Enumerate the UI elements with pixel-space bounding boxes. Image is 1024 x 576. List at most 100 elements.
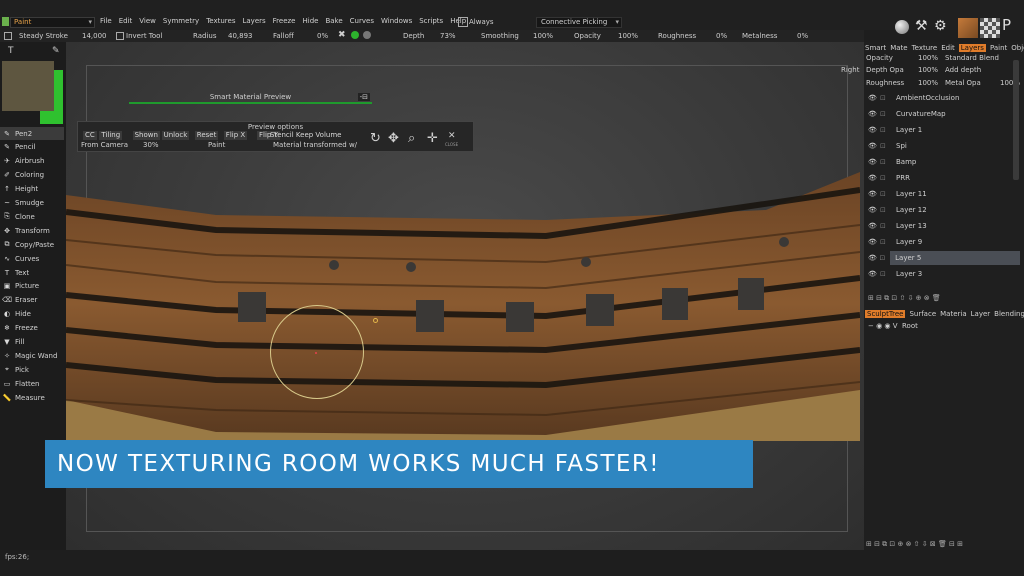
layer-row[interactable]: 👁 ⊡ Bamp bbox=[866, 154, 1020, 169]
lock-icon[interactable]: ⊡ bbox=[880, 190, 890, 198]
layer-prop-2-2[interactable]: Metal Opa bbox=[945, 79, 981, 87]
ship-hull-model[interactable] bbox=[66, 170, 860, 442]
layer-prop-0-2[interactable]: Standard Blend bbox=[945, 54, 999, 62]
visibility-eye-icon[interactable]: 👁 bbox=[868, 190, 880, 198]
zoom-icon[interactable]: ⌕ bbox=[408, 131, 415, 146]
tab-texture[interactable]: Texture bbox=[912, 44, 938, 52]
layer-row[interactable]: 👁 ⊡ Layer 3 bbox=[866, 266, 1020, 281]
metalness-value[interactable]: 0% bbox=[797, 32, 808, 40]
picking-select[interactable]: Connective Picking ▾ bbox=[536, 17, 622, 28]
tab-sculpttree[interactable]: SculptTree bbox=[865, 310, 906, 318]
tool-eraser[interactable]: ⌫ Eraser bbox=[0, 294, 64, 307]
close-icon[interactable]: ✖ bbox=[338, 30, 346, 40]
layer-prop-2-0[interactable]: Roughness bbox=[866, 79, 904, 87]
tools-icon[interactable]: ⚒ bbox=[915, 18, 928, 34]
paint-icon[interactable]: P bbox=[1002, 16, 1011, 34]
layer-prop-1-0[interactable]: Depth Opa bbox=[866, 66, 904, 74]
radius-value[interactable]: 40,893 bbox=[228, 32, 253, 40]
visibility-eye-icon[interactable]: 👁 bbox=[868, 206, 880, 214]
menu-item-edit[interactable]: Edit bbox=[119, 17, 133, 25]
tool-airbrush[interactable]: ✈ Airbrush bbox=[0, 155, 64, 168]
layer-row[interactable]: 👁 ⊡ CurvatureMap bbox=[866, 106, 1020, 121]
layer-row[interactable]: 👁 ⊡ Layer 1 bbox=[866, 122, 1020, 137]
layer-row[interactable]: 👁 ⊡ AmbientOcclusion bbox=[866, 90, 1020, 105]
preview-btn-unlock[interactable]: Unlock bbox=[161, 131, 190, 140]
falloff-value[interactable]: 0% bbox=[317, 32, 328, 40]
menu-item-curves[interactable]: Curves bbox=[350, 17, 374, 25]
smart-material-preview-bar[interactable]: Smart Material Preview -⊟ bbox=[129, 93, 372, 104]
radius-label[interactable]: Radius bbox=[193, 32, 216, 40]
tool-height[interactable]: ↑ Height bbox=[0, 183, 64, 196]
tool-hide[interactable]: ◐ Hide bbox=[0, 308, 64, 321]
tool-clone[interactable]: ⎘ Clone bbox=[0, 210, 64, 223]
layer-row[interactable]: 👁 ⊡ Spi bbox=[866, 138, 1020, 153]
preview-btn-tiling[interactable]: Tiling bbox=[99, 131, 123, 140]
layer-row[interactable]: 👁 ⊡ Layer 12 bbox=[866, 202, 1020, 217]
visibility-eye-icon[interactable]: 👁 bbox=[868, 174, 880, 182]
tool-measure[interactable]: 📏 Measure bbox=[0, 391, 64, 404]
lock-icon[interactable]: ⊡ bbox=[880, 206, 890, 214]
menu-item-textures[interactable]: Textures bbox=[206, 17, 235, 25]
tool-magic-wand[interactable]: ✧ Magic Wand bbox=[0, 349, 64, 362]
visibility-eye-icon[interactable]: 👁 bbox=[868, 254, 880, 262]
pan-icon[interactable]: ✛ bbox=[427, 131, 438, 146]
tab-materia[interactable]: Materia bbox=[940, 310, 967, 318]
lock-icon[interactable]: ⊡ bbox=[880, 158, 890, 166]
depth-value[interactable]: 73% bbox=[440, 32, 456, 40]
tab-surface[interactable]: Surface bbox=[909, 310, 936, 318]
visibility-eye-icon[interactable]: 👁 bbox=[868, 238, 880, 246]
tool-smudge[interactable]: ~ Smudge bbox=[0, 197, 64, 210]
tab-edit[interactable]: Edit bbox=[941, 44, 955, 52]
tool-coloring[interactable]: ✐ Coloring bbox=[0, 169, 64, 182]
checker-icon[interactable] bbox=[980, 18, 1000, 38]
text-tool-icon[interactable]: T bbox=[8, 46, 14, 56]
layer-prop-0-0[interactable]: Opacity bbox=[866, 54, 893, 62]
tab-layers[interactable]: Layers bbox=[958, 44, 986, 52]
opacity-label[interactable]: Opacity bbox=[574, 32, 601, 40]
visibility-eye-icon[interactable]: 👁 bbox=[868, 110, 880, 118]
layer-row[interactable]: 👁 ⊡ Layer 11 bbox=[866, 186, 1020, 201]
tool-pencil[interactable]: ✎ Pencil bbox=[0, 141, 64, 154]
visibility-eye-icon[interactable]: 👁 bbox=[868, 158, 880, 166]
material-transformed[interactable]: Material transformed w/ bbox=[273, 141, 357, 149]
lock-icon[interactable]: ⊡ bbox=[880, 126, 890, 134]
depth-label[interactable]: Depth bbox=[403, 32, 424, 40]
preview-btn-cc[interactable]: CC bbox=[83, 131, 97, 140]
lock-icon[interactable]: ⊡ bbox=[880, 94, 890, 102]
menu-item-scripts[interactable]: Scripts bbox=[419, 17, 443, 25]
settings-icon[interactable]: ⚙ bbox=[934, 18, 947, 34]
menu-item-freeze[interactable]: Freeze bbox=[273, 17, 296, 25]
collapse-icon[interactable]: -⊟ bbox=[357, 93, 370, 101]
tab-blending[interactable]: Blending bbox=[994, 310, 1024, 318]
menu-item-symmetry[interactable]: Symmetry bbox=[163, 17, 199, 25]
menu-item-file[interactable]: File bbox=[100, 17, 112, 25]
layer-prop-1-1[interactable]: 100% bbox=[918, 66, 938, 74]
visibility-eye-icon[interactable]: 👁 bbox=[868, 94, 880, 102]
from-camera-select[interactable]: From Camera bbox=[81, 141, 128, 149]
primary-color-swatch[interactable] bbox=[2, 61, 54, 111]
lock-icon[interactable]: ⊡ bbox=[880, 254, 890, 262]
lock-icon[interactable]: ⊡ bbox=[880, 222, 890, 230]
visibility-eye-icon[interactable]: 👁 bbox=[868, 142, 880, 150]
visibility-eye-icon[interactable]: 👁 bbox=[868, 222, 880, 230]
roughness-value[interactable]: 0% bbox=[716, 32, 727, 40]
preview-btn-reset[interactable]: Reset bbox=[194, 131, 219, 140]
tab-smart[interactable]: Smart bbox=[865, 44, 886, 52]
menu-item-layers[interactable]: Layers bbox=[242, 17, 265, 25]
tab-mate[interactable]: Mate bbox=[890, 44, 907, 52]
smoothing-label[interactable]: Smoothing bbox=[481, 32, 519, 40]
close-preview-icon[interactable]: ✕ bbox=[448, 131, 456, 141]
tool-fill[interactable]: ▼ Fill bbox=[0, 336, 64, 349]
layer-row[interactable]: 👁 ⊡ Layer 13 bbox=[866, 218, 1020, 233]
mode-select[interactable]: Paint ▾ bbox=[10, 17, 95, 28]
brush-icon[interactable]: ✎ bbox=[52, 46, 60, 56]
preview-btn-shown[interactable]: Shown bbox=[132, 131, 160, 140]
steady-checkbox[interactable] bbox=[4, 32, 12, 40]
layer-row[interactable]: 👁 ⊡ PRR bbox=[866, 170, 1020, 185]
paint-select[interactable]: Paint bbox=[208, 141, 225, 149]
layer-prop-1-2[interactable]: Add depth bbox=[945, 66, 981, 74]
tool-curves[interactable]: ∿ Curves bbox=[0, 252, 64, 265]
lock-icon[interactable]: ⊡ bbox=[880, 174, 890, 182]
menu-item-bake[interactable]: Bake bbox=[325, 17, 342, 25]
layer-row[interactable]: 👁 ⊡ Layer 5 bbox=[866, 250, 1021, 265]
